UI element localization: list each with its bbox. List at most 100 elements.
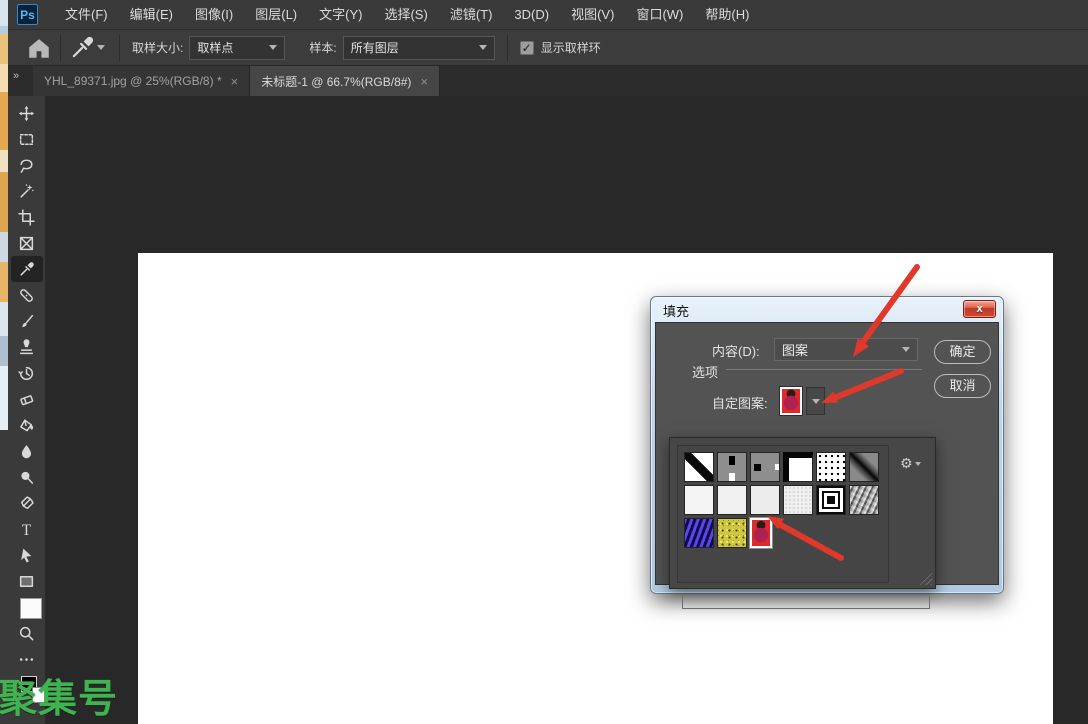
menu-type[interactable]: 文字(Y) <box>308 0 373 29</box>
separator <box>506 34 508 61</box>
menu-file[interactable]: 文件(F) <box>54 0 119 29</box>
tool-rectangle[interactable] <box>11 568 43 594</box>
document-tab-bar: » YHL_89371.jpg @ 25%(RGB/8) * × 未标题-1 @… <box>8 66 1088 96</box>
tool-zoom[interactable] <box>11 620 43 646</box>
menu-edit[interactable]: 编辑(E) <box>119 0 184 29</box>
content-label: 内容(D): <box>712 344 760 359</box>
pattern-swatch[interactable] <box>849 452 879 482</box>
tool-frame[interactable] <box>11 230 43 256</box>
eyedropper-preset-icon[interactable] <box>69 35 95 61</box>
tool-clone-stamp[interactable] <box>11 334 43 360</box>
chevron-down-icon <box>811 398 820 404</box>
pattern-settings-gear-icon[interactable]: ⚙ <box>900 456 921 472</box>
menu-bar: Ps 文件(F) 编辑(E) 图像(I) 图层(L) 文字(Y) 选择(S) 滤… <box>8 0 1088 29</box>
photoshop-logo: Ps <box>17 4 38 25</box>
options-group-label: 选项 <box>692 365 719 380</box>
separator <box>60 34 61 61</box>
pattern-swatch[interactable] <box>717 452 747 482</box>
tool-type[interactable]: T <box>11 516 43 542</box>
sample-value: 所有图层 <box>350 41 399 55</box>
background-color-swatch-large[interactable] <box>20 598 42 619</box>
obscured-section-outline <box>682 594 930 609</box>
pattern-swatch[interactable] <box>849 485 879 515</box>
custom-pattern-dropdown-button[interactable] <box>806 387 825 415</box>
chevron-down-icon <box>478 45 487 50</box>
resize-grip[interactable] <box>918 571 932 585</box>
tool-move[interactable] <box>11 100 43 126</box>
tab-yhl-89371[interactable]: YHL_89371.jpg @ 25%(RGB/8) * × <box>33 66 251 96</box>
fill-dialog: 填充 x 内容(D): 图案 确定 取消 选项 自定图案: ⚙ <box>650 296 1004 609</box>
watermark-text: 聚集号 <box>0 678 119 721</box>
menu-layer[interactable]: 图层(L) <box>244 0 308 29</box>
menu-help[interactable]: 帮助(H) <box>694 0 760 29</box>
menu-filter[interactable]: 滤镜(T) <box>439 0 504 29</box>
menu-image[interactable]: 图像(I) <box>184 0 244 29</box>
sample-label: 样本: <box>309 41 337 55</box>
tool-spot-healing[interactable] <box>11 282 43 308</box>
dialog-body: 内容(D): 图案 确定 取消 选项 自定图案: ⚙ <box>655 322 999 609</box>
background-window-sliver <box>0 0 8 724</box>
tools-panel: T <box>8 96 48 724</box>
gear-icon: ⚙ <box>900 456 913 472</box>
tool-lasso[interactable] <box>11 152 43 178</box>
tool-eyedropper[interactable] <box>10 256 43 282</box>
tab-label: 未标题-1 @ 66.7%(RGB/8#) <box>261 74 412 89</box>
pattern-swatch[interactable] <box>717 485 747 515</box>
pattern-swatch[interactable] <box>816 452 846 482</box>
svg-text:T: T <box>22 521 32 537</box>
show-sampling-ring-label: 显示取样环 <box>540 41 601 55</box>
tool-dodge[interactable] <box>11 464 43 490</box>
menu-select[interactable]: 选择(S) <box>373 0 438 29</box>
tool-options-bar: 取样大小: 取样点 样本: 所有图层 ✓ 显示取样环 <box>8 29 1088 66</box>
pattern-swatch-selected[interactable] <box>750 518 772 548</box>
pattern-picker-popup: ⚙ <box>669 437 936 589</box>
tool-marquee[interactable] <box>11 126 43 152</box>
tool-history-brush[interactable] <box>11 360 43 386</box>
pattern-swatch[interactable] <box>783 485 813 515</box>
pattern-swatch[interactable] <box>684 518 714 548</box>
close-icon[interactable]: × <box>420 74 428 89</box>
show-sampling-ring-checkbox[interactable]: ✓ <box>519 40 534 55</box>
custom-pattern-preview[interactable] <box>780 387 802 415</box>
group-divider <box>726 369 922 370</box>
pattern-swatch[interactable] <box>684 485 714 515</box>
dialog-title: 填充 <box>663 304 690 319</box>
tool-quick-selection[interactable] <box>11 178 43 204</box>
chevron-down-icon <box>914 462 921 466</box>
chevron-down-icon <box>902 347 910 352</box>
menu-3d[interactable]: 3D(D) <box>503 0 560 29</box>
close-icon[interactable]: × <box>231 74 239 89</box>
sample-size-value: 取样点 <box>197 41 234 55</box>
cancel-button[interactable]: 取消 <box>934 374 991 398</box>
pattern-swatch[interactable] <box>684 452 714 482</box>
tool-blur[interactable] <box>11 438 43 464</box>
chevron-down-icon[interactable] <box>97 45 105 50</box>
separator <box>119 34 120 61</box>
pattern-swatch[interactable] <box>783 452 813 482</box>
menu-window[interactable]: 窗口(W) <box>625 0 694 29</box>
home-icon[interactable] <box>26 35 52 61</box>
tool-paint-bucket[interactable] <box>11 412 43 438</box>
content-value: 图案 <box>782 343 809 358</box>
chevron-down-icon <box>269 45 278 50</box>
tool-crop[interactable] <box>11 204 43 230</box>
pattern-swatch[interactable] <box>816 485 846 515</box>
tool-brush[interactable] <box>11 308 43 334</box>
pattern-swatch[interactable] <box>717 518 747 548</box>
ok-button[interactable]: 确定 <box>934 340 991 364</box>
panel-collapse-icon[interactable]: » <box>8 66 33 96</box>
tool-path-selection[interactable] <box>11 542 43 568</box>
tool-eraser[interactable] <box>11 386 43 412</box>
menu-view[interactable]: 视图(V) <box>560 0 625 29</box>
pattern-swatch[interactable] <box>750 485 780 515</box>
tab-untitled-1[interactable]: 未标题-1 @ 66.7%(RGB/8#) × <box>250 66 441 96</box>
custom-pattern-label: 自定图案: <box>712 396 768 411</box>
tool-pen[interactable] <box>11 490 43 516</box>
pattern-swatch[interactable] <box>750 452 780 482</box>
sample-size-dropdown[interactable]: 取样点 <box>189 35 286 60</box>
content-dropdown[interactable]: 图案 <box>774 338 918 361</box>
pattern-picker-panel <box>677 445 889 583</box>
pattern-grid <box>684 452 885 548</box>
sample-dropdown[interactable]: 所有图层 <box>342 35 495 60</box>
close-button[interactable]: x <box>963 300 996 318</box>
